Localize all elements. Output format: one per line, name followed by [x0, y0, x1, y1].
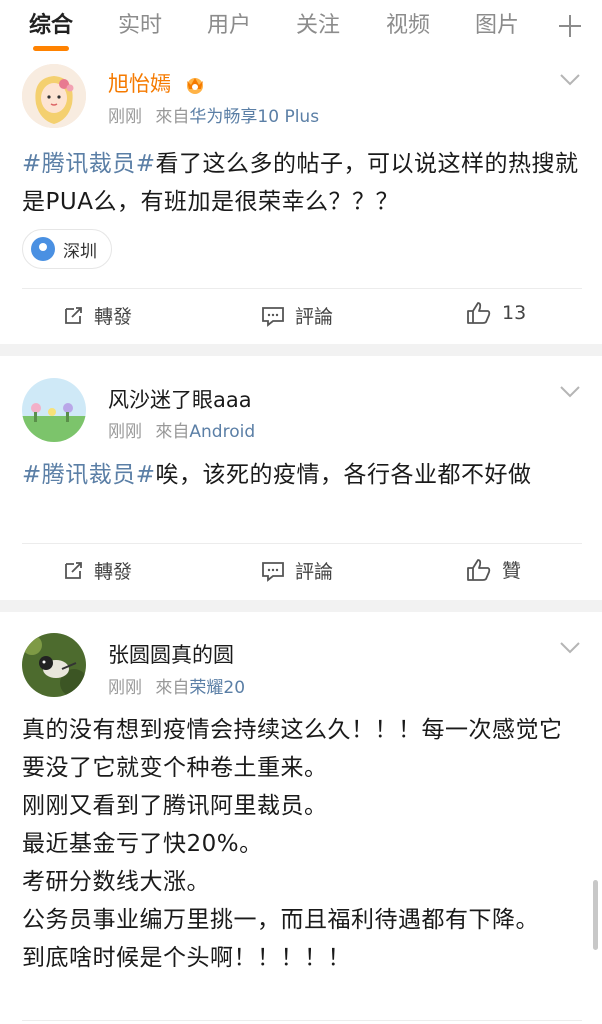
post-line: 真的没有想到疫情会持续这么久！！！每一次感觉它要没了它就变个种卷土重来。 — [22, 717, 563, 781]
post-line: 最近基金亏了快20%。 — [22, 831, 263, 857]
post-line: 到底啥时候是个头啊！！！！！ — [22, 945, 351, 971]
post-card: 旭怡嫣 刚刚 來自华为畅享10 Plus #腾讯裁员#看了这么多的帖子，可以说这… — [0, 56, 602, 344]
post-line: 公务员事业编万里挑一，而且福利待遇都有下降。 — [22, 907, 539, 933]
post-body: 真的没有想到疫情会持续这么久！！！每一次感觉它要没了它就变个种卷土重来。 刚刚又… — [22, 711, 582, 977]
comment-button[interactable]: 評論 — [261, 302, 333, 329]
divider — [22, 1020, 582, 1021]
from-prefix: 來自 — [155, 678, 190, 698]
username[interactable]: 旭怡嫣 — [108, 70, 171, 98]
avatar[interactable] — [22, 633, 86, 697]
repost-label: 轉發 — [94, 561, 133, 583]
scrollbar[interactable] — [593, 880, 598, 950]
post-body: #腾讯裁员#看了这么多的帖子，可以说这样的热搜就是PUA么，有班加是很荣幸么？？… — [22, 145, 582, 221]
section-separator — [0, 344, 602, 356]
thumbs-up-icon — [467, 558, 491, 581]
device-name[interactable]: 荣耀20 — [189, 678, 245, 698]
avatar[interactable] — [22, 378, 86, 442]
repost-button[interactable]: 轉發 — [62, 557, 132, 584]
device-name[interactable]: Android — [189, 422, 255, 442]
username[interactable]: 风沙迷了眼aaa — [108, 386, 252, 414]
avatar-bird-icon — [22, 633, 86, 697]
tab-users[interactable]: 用户 — [207, 12, 251, 40]
topic-hashtag[interactable]: #腾讯裁员# — [22, 151, 156, 177]
add-tab-plus-icon[interactable] — [556, 12, 584, 40]
from-prefix: 來自 — [155, 422, 190, 442]
chevron-down-icon[interactable] — [560, 74, 580, 86]
comment-label: 評論 — [295, 306, 334, 328]
repost-label: 轉發 — [94, 306, 133, 328]
location-pin-icon — [31, 237, 55, 261]
tab-following[interactable]: 关注 — [296, 12, 340, 40]
divider — [22, 543, 582, 544]
post-line: 刚刚又看到了腾讯阿里裁员。 — [22, 793, 328, 819]
like-button[interactable]: 13 — [466, 301, 526, 325]
post-meta: 刚刚 來自华为畅享10 Plus — [108, 106, 319, 128]
location-label: 深圳 — [63, 241, 97, 262]
post-time: 刚刚 — [108, 107, 142, 127]
avatar-landscape-icon — [22, 378, 86, 442]
active-tab-indicator — [33, 46, 69, 51]
comment-label: 評論 — [295, 561, 334, 583]
avatar-cartoon-girl-icon — [22, 64, 86, 128]
chevron-down-icon[interactable] — [560, 386, 580, 398]
top-tab-bar: 综合 实时 用户 关注 视频 图片 — [0, 0, 602, 56]
repost-icon — [65, 561, 82, 579]
device-name[interactable]: 华为畅享10 Plus — [189, 107, 319, 127]
tab-videos[interactable]: 视频 — [386, 12, 430, 40]
post-meta: 刚刚 來自荣耀20 — [108, 677, 245, 699]
from-prefix: 來自 — [155, 107, 190, 127]
post-text: 唉，该死的疫情，各行各业都不好做 — [155, 462, 532, 488]
vip-crown-badge-icon — [184, 73, 206, 95]
comment-icon — [262, 306, 284, 327]
divider — [22, 288, 582, 289]
location-chip[interactable]: 深圳 — [22, 229, 112, 269]
like-label: 贊 — [502, 560, 522, 582]
post-card: 风沙迷了眼aaa 刚刚 來自Android #腾讯裁员#唉，该死的疫情，各行各业… — [0, 356, 602, 600]
tab-images[interactable]: 图片 — [475, 12, 519, 40]
post-time: 刚刚 — [108, 422, 142, 442]
comment-button[interactable]: 評論 — [261, 557, 333, 584]
repost-button[interactable]: 轉發 — [62, 302, 132, 329]
thumbs-up-icon — [467, 302, 491, 324]
chevron-down-icon[interactable] — [560, 642, 580, 654]
post-meta: 刚刚 來自Android — [108, 421, 255, 443]
post-body: #腾讯裁员#唉，该死的疫情，各行各业都不好做 — [22, 456, 582, 494]
like-button[interactable]: 贊 — [466, 556, 521, 583]
repost-icon — [65, 306, 82, 324]
topic-hashtag[interactable]: #腾讯裁员# — [22, 462, 156, 488]
post-card: 张圆圆真的圆 刚刚 來自荣耀20 真的没有想到疫情会持续这么久！！！每一次感觉它… — [0, 612, 602, 1024]
tab-realtime[interactable]: 实时 — [118, 12, 162, 40]
tab-comprehensive[interactable]: 综合 — [29, 12, 73, 40]
like-count: 13 — [502, 302, 527, 324]
post-time: 刚刚 — [108, 678, 142, 698]
post-line: 考研分数线大涨。 — [22, 869, 210, 895]
section-separator — [0, 600, 602, 612]
comment-icon — [262, 561, 284, 582]
avatar[interactable] — [22, 64, 86, 128]
username[interactable]: 张圆圆真的圆 — [108, 641, 234, 669]
